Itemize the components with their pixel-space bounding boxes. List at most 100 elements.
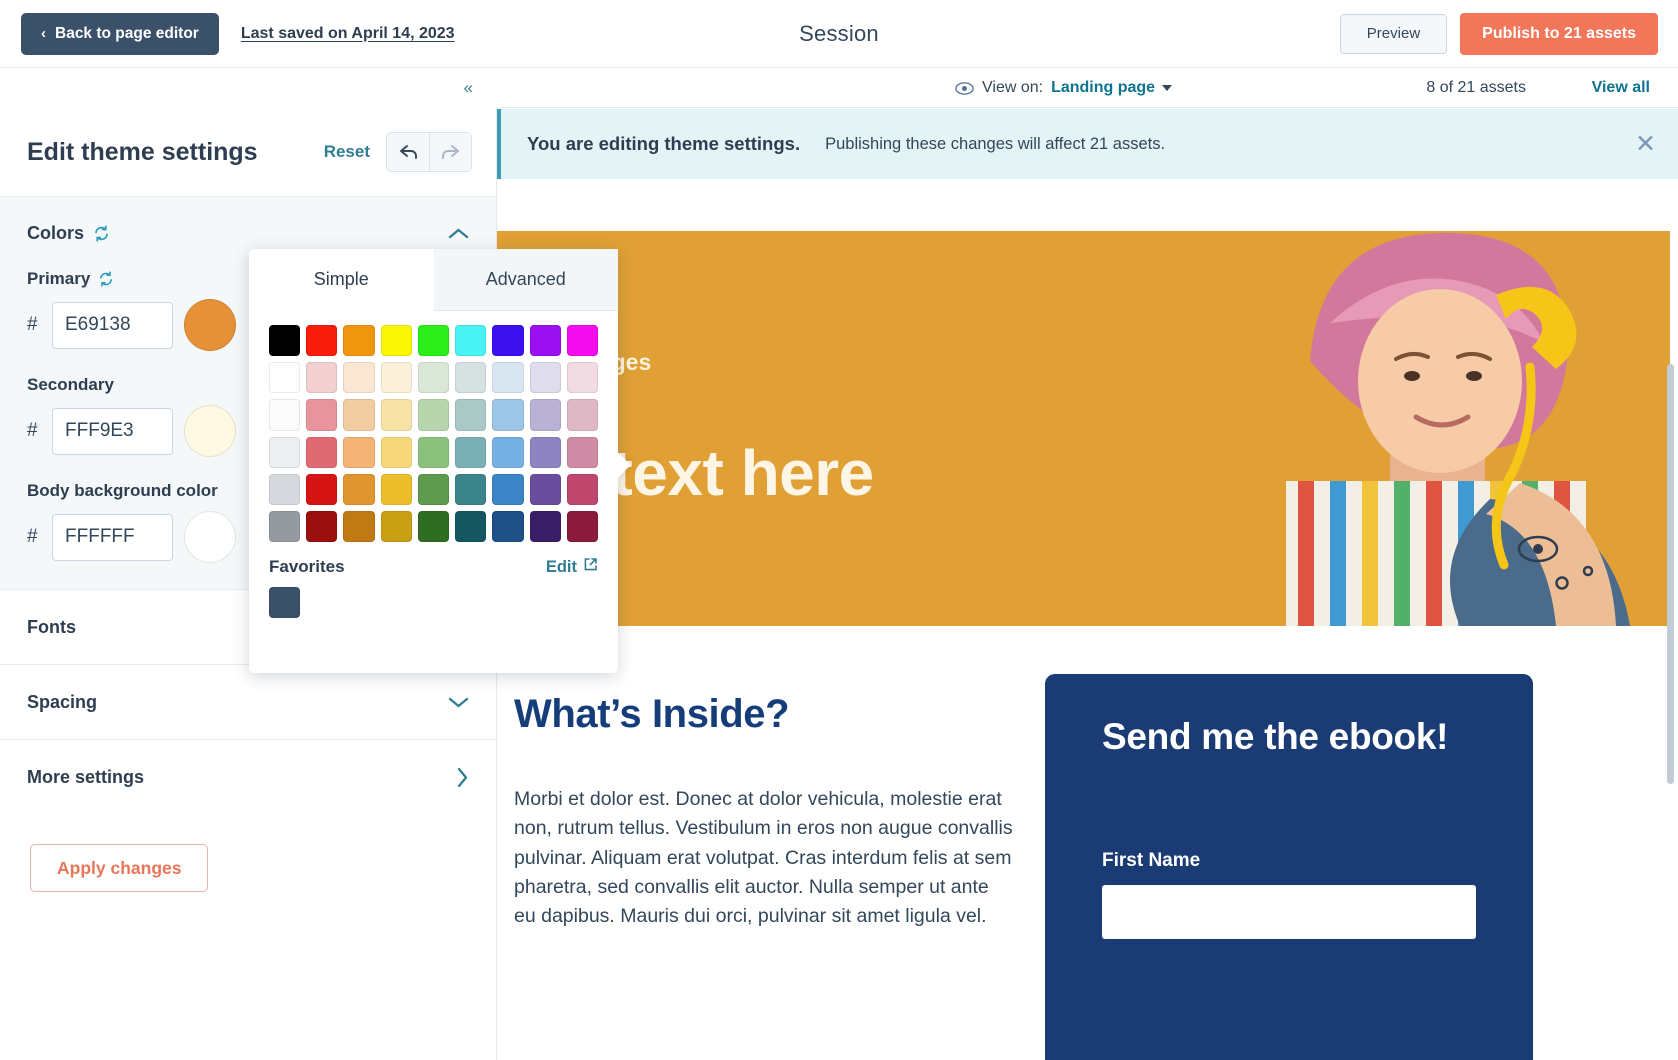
color-swatch-0-4[interactable] xyxy=(417,325,450,357)
theme-editor-app: ‹ Back to page editor Last saved on Apri… xyxy=(0,0,1678,1060)
primary-color-swatch[interactable] xyxy=(184,299,236,351)
edit-favorites-link[interactable]: Edit xyxy=(546,557,598,577)
color-swatch-1-7[interactable] xyxy=(529,362,561,394)
body-background-color-swatch[interactable] xyxy=(184,511,236,563)
tab-advanced[interactable]: Advanced xyxy=(433,249,618,311)
sidebar-item-more-settings[interactable]: More settings xyxy=(0,739,496,814)
primary-hex-input[interactable] xyxy=(52,301,173,349)
color-swatch-3-8[interactable] xyxy=(566,436,599,468)
chevron-left-icon: ‹ xyxy=(41,25,46,42)
color-swatch-0-2[interactable] xyxy=(343,325,375,357)
apply-changes-button[interactable]: Apply changes xyxy=(30,844,209,892)
color-swatch-0-8[interactable] xyxy=(566,325,599,357)
panel-header: Edit theme settings Reset xyxy=(0,108,496,197)
collapse-panel-button[interactable]: « xyxy=(0,68,497,108)
color-swatch-2-6[interactable] xyxy=(492,399,524,431)
sidebar-item-spacing[interactable]: Spacing xyxy=(0,664,496,739)
assets-count-label: 8 of 21 assets xyxy=(1426,79,1526,96)
color-picker-popover: Simple Advanced Favorites Edit xyxy=(249,249,631,673)
first-name-input[interactable] xyxy=(1102,885,1476,939)
publish-button[interactable]: Publish to 21 assets xyxy=(1460,12,1658,55)
color-swatch-5-6[interactable] xyxy=(492,511,524,543)
color-swatch-2-8[interactable] xyxy=(566,399,599,431)
color-swatch-4-2[interactable] xyxy=(343,473,375,506)
body-background-hex-input[interactable] xyxy=(52,513,173,561)
color-swatch-4-7[interactable] xyxy=(529,473,561,506)
banner-headline: You are editing theme settings. xyxy=(527,133,801,154)
color-swatch-3-0[interactable] xyxy=(269,436,301,468)
color-swatch-4-3[interactable] xyxy=(380,473,412,506)
color-swatch-0-7[interactable] xyxy=(529,325,561,357)
view-all-link[interactable]: View all xyxy=(1592,68,1650,108)
color-swatch-2-5[interactable] xyxy=(455,399,487,431)
color-swatch-3-2[interactable] xyxy=(343,436,375,468)
color-swatch-1-0[interactable] xyxy=(269,362,301,394)
color-swatch-0-1[interactable] xyxy=(306,325,338,357)
color-swatch-0-5[interactable] xyxy=(455,325,487,357)
color-swatch-5-4[interactable] xyxy=(417,511,450,543)
color-swatch-5-5[interactable] xyxy=(455,511,487,543)
back-to-page-editor-button[interactable]: ‹ Back to page editor xyxy=(21,12,219,55)
color-swatch-5-7[interactable] xyxy=(529,511,561,543)
color-swatch-3-5[interactable] xyxy=(455,436,487,468)
color-swatch-1-1[interactable] xyxy=(306,362,338,394)
color-swatch-2-2[interactable] xyxy=(343,399,375,431)
more-settings-label: More settings xyxy=(27,766,145,787)
color-swatch-1-5[interactable] xyxy=(455,362,487,394)
color-swatch-2-3[interactable] xyxy=(380,399,412,431)
color-swatch-1-3[interactable] xyxy=(380,362,412,394)
favorite-swatch-0[interactable] xyxy=(269,587,300,619)
color-swatch-3-7[interactable] xyxy=(529,436,561,468)
back-button-label: Back to page editor xyxy=(55,24,199,42)
color-swatch-4-1[interactable] xyxy=(306,473,338,506)
color-swatch-grid xyxy=(249,311,618,543)
reset-link[interactable]: Reset xyxy=(324,142,370,162)
color-swatch-5-0[interactable] xyxy=(269,511,301,543)
colors-section-label: Colors xyxy=(27,222,85,243)
color-swatch-1-4[interactable] xyxy=(417,362,450,394)
whats-inside-heading[interactable]: What’s Inside? xyxy=(514,692,1014,737)
view-on-label: View on: xyxy=(982,79,1044,96)
color-swatch-4-8[interactable] xyxy=(566,473,599,506)
color-swatch-5-3[interactable] xyxy=(380,511,412,543)
color-swatch-3-6[interactable] xyxy=(492,436,524,468)
tab-simple[interactable]: Simple xyxy=(249,249,434,311)
preview-button[interactable]: Preview xyxy=(1339,13,1448,54)
preview-scrollbar[interactable] xyxy=(1667,364,1674,784)
secondary-color-swatch[interactable] xyxy=(184,405,236,457)
color-swatch-2-7[interactable] xyxy=(529,399,561,431)
color-swatch-1-6[interactable] xyxy=(492,362,524,394)
color-swatch-4-0[interactable] xyxy=(269,473,301,506)
last-saved-label[interactable]: Last saved on April 14, 2023 xyxy=(241,25,455,43)
color-swatch-5-8[interactable] xyxy=(566,511,599,543)
eye-icon xyxy=(955,81,974,95)
color-swatch-0-0[interactable] xyxy=(269,325,301,357)
edit-favorites-label: Edit xyxy=(545,557,577,576)
view-on-dropdown[interactable]: Landing page xyxy=(1051,79,1173,97)
color-swatch-1-2[interactable] xyxy=(343,362,375,394)
apply-changes-wrap: Apply changes xyxy=(0,814,496,892)
undo-arrow-icon[interactable] xyxy=(387,133,429,171)
color-swatch-2-1[interactable] xyxy=(306,399,338,431)
close-icon[interactable]: ✕ xyxy=(1635,131,1656,157)
color-swatch-3-4[interactable] xyxy=(417,436,450,468)
color-swatch-5-1[interactable] xyxy=(306,511,338,543)
hero-banner: ng Pages dd text here xyxy=(497,231,1670,626)
color-swatch-2-0[interactable] xyxy=(269,399,301,431)
color-swatch-1-8[interactable] xyxy=(566,362,599,394)
color-swatch-0-3[interactable] xyxy=(380,325,412,357)
whats-inside-body[interactable]: Morbi et dolor est. Donec at dolor vehic… xyxy=(514,785,1014,931)
color-swatch-3-1[interactable] xyxy=(306,436,338,468)
color-swatch-4-5[interactable] xyxy=(455,473,487,506)
color-swatch-3-3[interactable] xyxy=(380,436,412,468)
color-swatch-5-2[interactable] xyxy=(343,511,375,543)
redo-arrow-icon[interactable] xyxy=(429,133,471,171)
color-swatch-4-6[interactable] xyxy=(492,473,524,506)
color-swatch-2-4[interactable] xyxy=(417,399,450,431)
favorites-header: Favorites Edit xyxy=(249,542,618,577)
color-swatch-4-4[interactable] xyxy=(417,473,450,506)
secondary-hex-input[interactable] xyxy=(52,407,173,455)
panel-title: Edit theme settings xyxy=(27,137,258,166)
color-swatch-0-6[interactable] xyxy=(492,325,524,357)
chevron-down-icon xyxy=(1162,85,1173,91)
